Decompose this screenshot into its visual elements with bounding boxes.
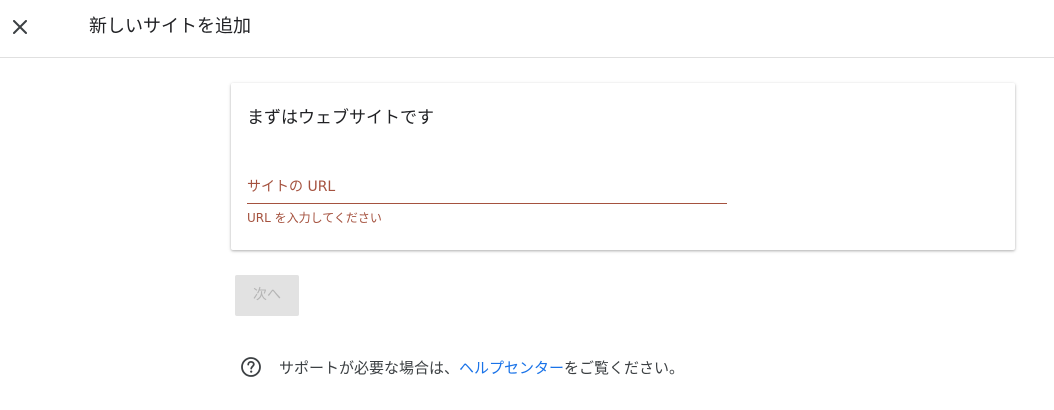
url-input[interactable] <box>247 176 727 202</box>
help-circle-icon <box>241 357 261 377</box>
help-text: サポートが必要な場合は、ヘルプセンターをご覧ください。 <box>279 358 684 378</box>
url-field-underline <box>247 203 727 204</box>
next-button[interactable]: 次へ <box>235 275 299 316</box>
help-center-link[interactable]: ヘルプセンター <box>459 359 564 377</box>
page-title: 新しいサイトを追加 <box>89 16 251 37</box>
url-field[interactable]: サイトの URL <box>247 176 727 204</box>
card-title: まずはウェブサイトです <box>247 108 434 128</box>
close-icon[interactable] <box>13 20 27 34</box>
url-error-message: URL を入力してください <box>247 211 382 225</box>
help-text-before: サポートが必要な場合は、 <box>279 359 460 377</box>
top-bar: 新しいサイトを追加 <box>0 0 1054 58</box>
close-button[interactable] <box>8 12 34 42</box>
help-text-after: をご覧ください。 <box>564 359 685 377</box>
website-card: まずはウェブサイトです サイトの URL URL を入力してください <box>231 83 1015 250</box>
